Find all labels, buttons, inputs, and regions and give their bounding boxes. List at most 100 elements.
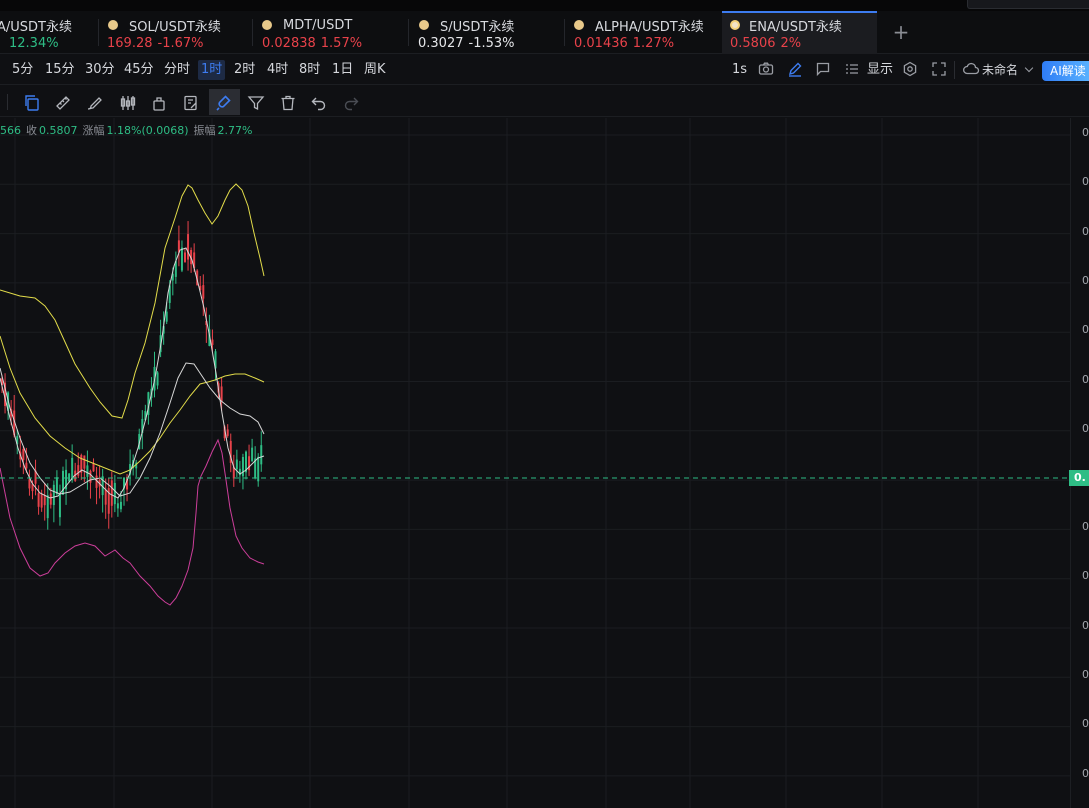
ticker-tab-price: 0.3027 <box>418 36 464 51</box>
interval-8h[interactable]: 8时 <box>296 60 323 80</box>
magnet-tool-icon[interactable] <box>209 89 240 115</box>
ticker-tab-5-active[interactable]: ENA/USDT永续 0.5806 2% <box>722 11 877 54</box>
price-axis-label: 0 <box>1082 767 1089 780</box>
toolbar-divider <box>954 61 955 79</box>
ticker-tab-1[interactable]: SOL/USDT永续 169.28 -1.67% <box>99 11 252 54</box>
candle-body <box>235 459 238 470</box>
fullscreen-icon[interactable] <box>931 61 947 77</box>
ticker-tab-change: -1.67% <box>157 36 204 51</box>
candle-body <box>77 465 80 476</box>
ticker-tab-3[interactable]: S/USDT永续 0.3027 -1.53% <box>409 11 564 54</box>
candle-body <box>165 311 168 322</box>
redo-icon[interactable] <box>338 89 364 115</box>
interval-toolbar: 5分 15分 30分 45分 分时 1时 2时 4时 8时 1日 周K 1s 显… <box>0 55 1089 85</box>
ticker-tab-change: 12.34% <box>9 36 59 51</box>
change-value: 1.18%(0.0068) <box>106 124 189 137</box>
seconds-interval-button[interactable]: 1s <box>732 60 747 80</box>
interval-week[interactable]: 周K <box>361 60 389 80</box>
layout-name-dropdown[interactable]: 未命名 <box>982 60 1034 80</box>
price-chart[interactable]: 566 收 0.5807 涨幅 1.18%(0.0068) 振幅 2.77% 0 0 0 0… <box>0 118 1089 808</box>
chart-canvas[interactable] <box>0 118 1070 808</box>
candle-body <box>116 503 119 509</box>
interval-1h[interactable]: 1时 <box>198 60 226 80</box>
indicator-list-icon[interactable] <box>844 61 860 77</box>
candle-body <box>52 484 55 506</box>
interval-timeshare[interactable]: 分时 <box>161 60 193 80</box>
amplitude-label: 振幅 <box>193 124 216 137</box>
candle-body <box>55 477 58 495</box>
price-axis-label: 0 <box>1082 668 1089 681</box>
candle-body <box>37 493 40 507</box>
coin-icon <box>108 20 118 30</box>
interval-1d[interactable]: 1日 <box>329 60 356 80</box>
price-axis[interactable]: 0 0 0 0 0 0 0 0 0 0 0 0 0 <box>1070 118 1089 808</box>
candle-body <box>104 489 107 505</box>
price-axis-label: 0 <box>1082 569 1089 582</box>
interval-45m[interactable]: 45分 <box>121 60 157 80</box>
ticker-tab-label: SOL/USDT永续 <box>129 19 221 35</box>
ticker-tab-bar: A/USDT永续 12.34% SOL/USDT永续 169.28 -1.67% … <box>0 11 1089 54</box>
ticker-tab-change: 1.57% <box>320 36 363 51</box>
ruler-tool-icon[interactable] <box>50 89 76 115</box>
ena-coin-icon <box>730 20 740 30</box>
interval-2h[interactable]: 2时 <box>231 60 258 80</box>
brush-tool-icon[interactable] <box>82 89 108 115</box>
ticker-tab-label: ENA/USDT永续 <box>749 19 842 35</box>
camera-icon[interactable] <box>758 61 774 77</box>
ticker-tab-4[interactable]: ALPHA/USDT永续 0.01436 1.27% <box>565 11 720 54</box>
candle-body <box>22 448 25 461</box>
pen-icon[interactable] <box>787 61 803 77</box>
candle-body <box>110 480 113 506</box>
trash-icon[interactable] <box>275 89 301 115</box>
ticker-tab-price: 169.28 <box>107 36 153 51</box>
ticker-tab-label: A/USDT永续 <box>0 19 72 35</box>
copy-tool-icon[interactable] <box>19 89 45 115</box>
cloud-icon[interactable] <box>962 61 980 77</box>
lock-tool-icon[interactable] <box>146 89 172 115</box>
candle-body <box>49 493 52 505</box>
candle-body <box>58 494 61 518</box>
candle-body <box>43 495 46 506</box>
trading-app: A/USDT永续 12.34% SOL/USDT永续 169.28 -1.67% … <box>0 0 1089 808</box>
price-axis-label: 0 <box>1082 619 1089 632</box>
candle-body <box>202 285 205 299</box>
chevron-down-icon <box>1024 63 1034 73</box>
ai-analysis-button[interactable]: AI解读 <box>1042 61 1089 81</box>
interval-4h[interactable]: 4时 <box>264 60 291 80</box>
interval-30m[interactable]: 30分 <box>82 60 118 80</box>
ticker-tab-label: MDT/USDT <box>283 17 353 33</box>
candlestick-series <box>1 221 263 530</box>
candle-body <box>40 493 43 508</box>
edit-note-tool-icon[interactable] <box>178 89 204 115</box>
price-axis-label: 0 <box>1082 323 1089 336</box>
ticker-tab-change: -1.53% <box>468 36 515 51</box>
candle-body <box>89 470 92 483</box>
coin-icon <box>419 20 429 30</box>
settings-gear-icon[interactable] <box>902 61 918 77</box>
candle-body <box>119 501 122 510</box>
ticker-tab-price: 0.5806 <box>730 36 776 51</box>
interval-15m[interactable]: 15分 <box>42 60 78 80</box>
ticker-tab-2[interactable]: MDT/USDT 0.02838 1.57% <box>253 11 408 54</box>
candle-body <box>83 455 86 469</box>
coin-icon <box>574 20 584 30</box>
filter-tool-icon[interactable] <box>243 89 269 115</box>
candle-body <box>46 495 49 519</box>
coin-icon <box>262 20 272 30</box>
candlestick-tool-icon[interactable] <box>115 89 141 115</box>
candle-body <box>86 465 89 477</box>
price-axis-label: 0 <box>1082 520 1089 533</box>
ticker-tab-0[interactable]: A/USDT永续 12.34% <box>0 11 100 54</box>
undo-icon[interactable] <box>306 89 332 115</box>
candle-body <box>113 482 116 505</box>
bollinger-lower-line <box>0 438 265 606</box>
display-button[interactable]: 显示 <box>867 60 893 80</box>
change-label: 涨幅 <box>82 124 105 137</box>
interval-5m[interactable]: 5分 <box>9 60 36 80</box>
ohlc-legend: 566 收 0.5807 涨幅 1.18%(0.0068) 振幅 2.77% <box>0 122 257 138</box>
candle-body <box>25 462 28 469</box>
comment-icon[interactable] <box>815 61 831 77</box>
candle-body <box>220 386 223 402</box>
current-price-tag: 0. <box>1069 470 1089 486</box>
add-tab-button[interactable]: + <box>890 21 912 43</box>
